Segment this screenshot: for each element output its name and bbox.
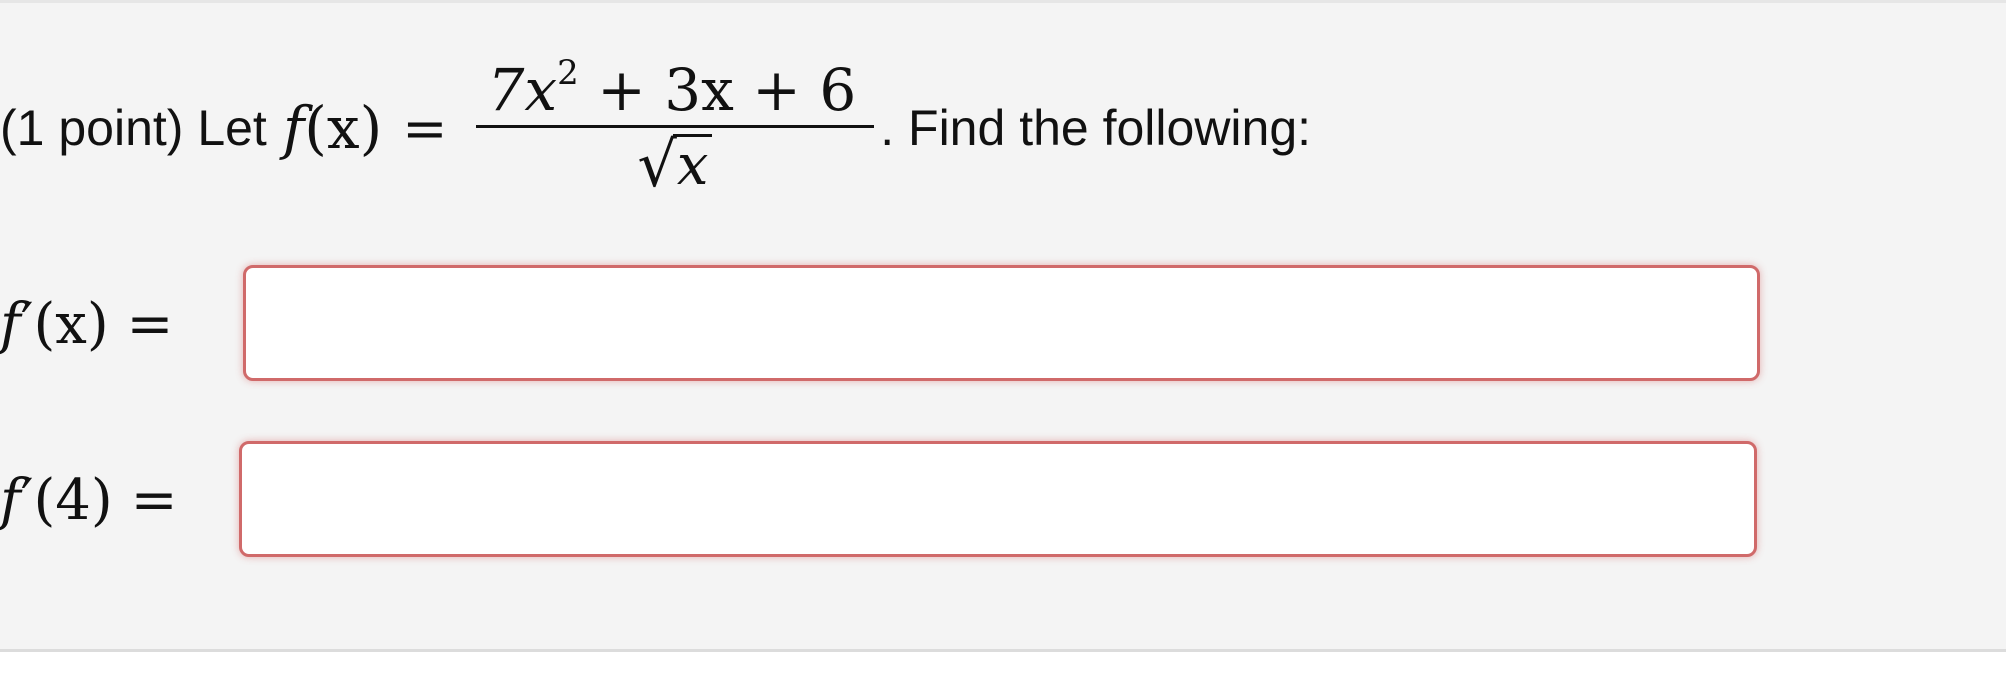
fraction-numerator: 7x2 + 3x + 6 xyxy=(476,56,875,125)
numerator-term-b: + 3x + 6 xyxy=(578,55,857,124)
label-equals: = xyxy=(126,291,174,357)
answer-row-derivative-at-4: f′(4) = xyxy=(0,441,240,559)
label-prime: ′ xyxy=(20,467,34,533)
answer-label-derivative: f′(x) = xyxy=(0,292,240,357)
function-name: f xyxy=(282,94,305,162)
problem-prefix: (1 point) Let xyxy=(0,100,267,156)
problem-suffix: . Find the following: xyxy=(880,100,1312,156)
function-arg: (x) xyxy=(304,94,383,162)
answer-label-derivative-at-4: f′(4) = xyxy=(0,468,240,533)
label-arg: (4) xyxy=(33,467,113,533)
equals-sign: = xyxy=(402,96,448,160)
numerator-exponent: 2 xyxy=(557,52,579,93)
label-function-name: f xyxy=(0,467,21,533)
problem-statement: (1 point) Let f(x) = 7x2 + 3x + 6 √ x . … xyxy=(0,43,1311,213)
square-root-icon: √ xyxy=(637,127,677,201)
numerator-term-a: 7x xyxy=(487,55,558,124)
denominator-radicand: x xyxy=(672,133,713,196)
answer-row-derivative: f′(x) = xyxy=(0,265,240,383)
fraction-denominator: √ x xyxy=(637,127,713,201)
label-arg: (x) xyxy=(33,291,109,357)
function-expression: f(x) xyxy=(283,94,382,162)
label-prime: ′ xyxy=(20,291,34,357)
derivative-at-4-answer-input[interactable] xyxy=(239,441,1757,557)
problem-panel: (1 point) Let f(x) = 7x2 + 3x + 6 √ x . … xyxy=(0,0,2006,652)
label-function-name: f xyxy=(0,291,21,357)
derivative-answer-input[interactable] xyxy=(243,265,1760,381)
label-equals: = xyxy=(130,467,178,533)
fraction: 7x2 + 3x + 6 √ x xyxy=(475,56,875,201)
